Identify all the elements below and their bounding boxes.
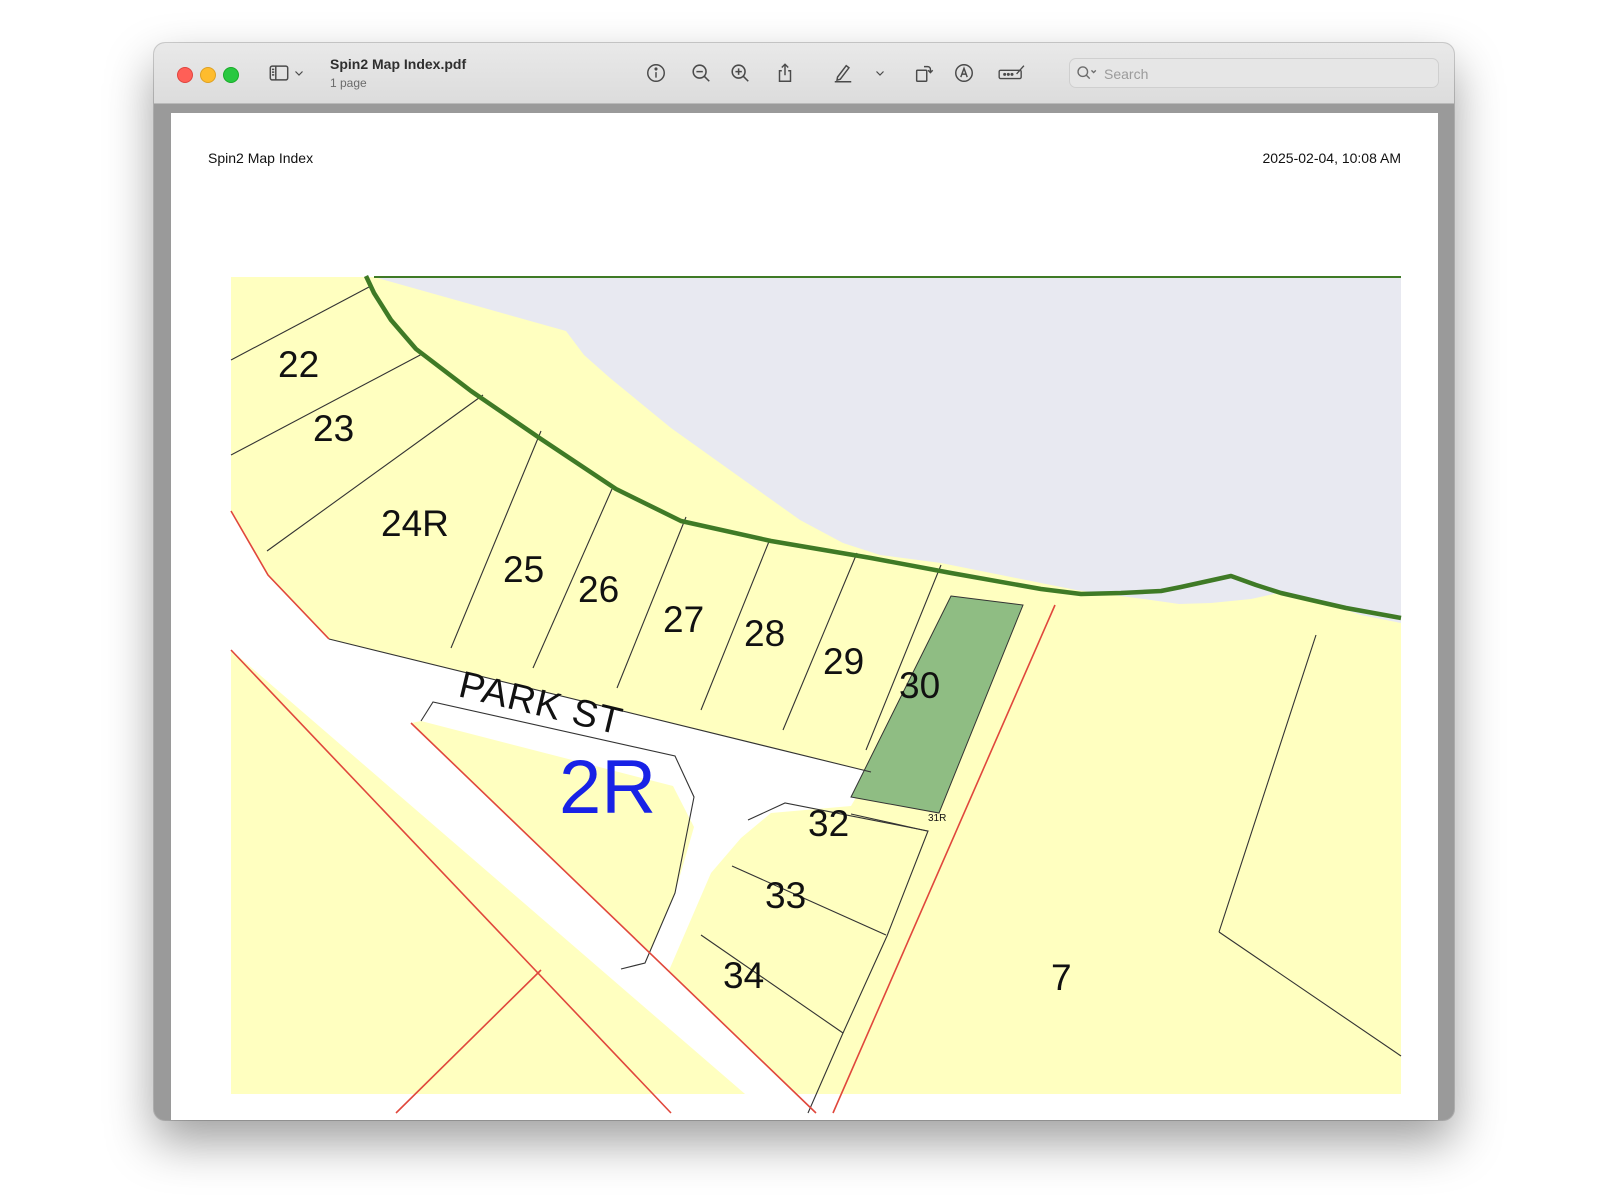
- rotate-button[interactable]: [909, 58, 939, 88]
- lot-30-label: 30: [899, 665, 940, 706]
- form-fill-icon: [998, 65, 1025, 80]
- lot-26-label: 26: [578, 569, 619, 610]
- lot-29-label: 29: [823, 641, 864, 682]
- sidebar-icon: [269, 65, 289, 81]
- sidebar-menu-button[interactable]: [290, 58, 308, 88]
- lot-23-label: 23: [313, 408, 354, 449]
- search-icon: [1077, 66, 1097, 80]
- lot-27-label: 27: [663, 599, 704, 640]
- info-icon: [647, 64, 665, 82]
- zoom-out-button[interactable]: [686, 58, 716, 88]
- info-button[interactable]: [641, 58, 671, 88]
- document-page-count: 1 page: [330, 76, 367, 90]
- annotate-button[interactable]: [949, 58, 979, 88]
- zoom-button[interactable]: [223, 67, 239, 83]
- search-field[interactable]: [1069, 58, 1439, 88]
- chevron-down-icon: [876, 71, 884, 76]
- lot-7-label: 7: [1051, 957, 1072, 998]
- titlebar: Spin2 Map Index.pdf 1 page: [154, 43, 1454, 104]
- zoom-out-icon: [692, 64, 710, 82]
- lot-22-label: 22: [278, 344, 319, 385]
- markup-pen-icon: [834, 64, 852, 83]
- form-fill-button[interactable]: [994, 58, 1030, 88]
- markup-button[interactable]: [828, 58, 858, 88]
- document-title: Spin2 Map Index.pdf: [330, 56, 467, 72]
- annotate-icon: [955, 64, 973, 82]
- close-button[interactable]: [177, 67, 193, 83]
- search-input[interactable]: [1102, 63, 1426, 85]
- markup-menu-button[interactable]: [871, 58, 889, 88]
- lot-24r-label: 24R: [381, 503, 449, 544]
- preview-window: Spin2 Map Index.pdf 1 page Search Spin2 …: [154, 43, 1454, 1120]
- minimize-button[interactable]: [200, 67, 216, 83]
- lot-31r-label: 31R: [928, 813, 946, 824]
- lot-32-label: 32: [808, 803, 849, 844]
- share-button[interactable]: [770, 58, 800, 88]
- plat-map: 22 23 24R 25 26 27 28 29 30 31R 32 33 34…: [230, 275, 1402, 1114]
- block-label: 2R: [559, 745, 656, 830]
- pdf-page[interactable]: Spin2 Map Index 2025-02-04, 10:08 AM 22 …: [171, 113, 1438, 1120]
- zoom-in-button[interactable]: [725, 58, 755, 88]
- lot-34-label: 34: [723, 955, 764, 996]
- lot-25-label: 25: [503, 549, 544, 590]
- share-icon: [778, 63, 792, 82]
- rotate-icon: [915, 65, 934, 82]
- chevron-down-icon: [295, 71, 303, 76]
- zoom-in-icon: [731, 64, 749, 82]
- lot-28-label: 28: [744, 613, 785, 654]
- lot-33-label: 33: [765, 875, 806, 916]
